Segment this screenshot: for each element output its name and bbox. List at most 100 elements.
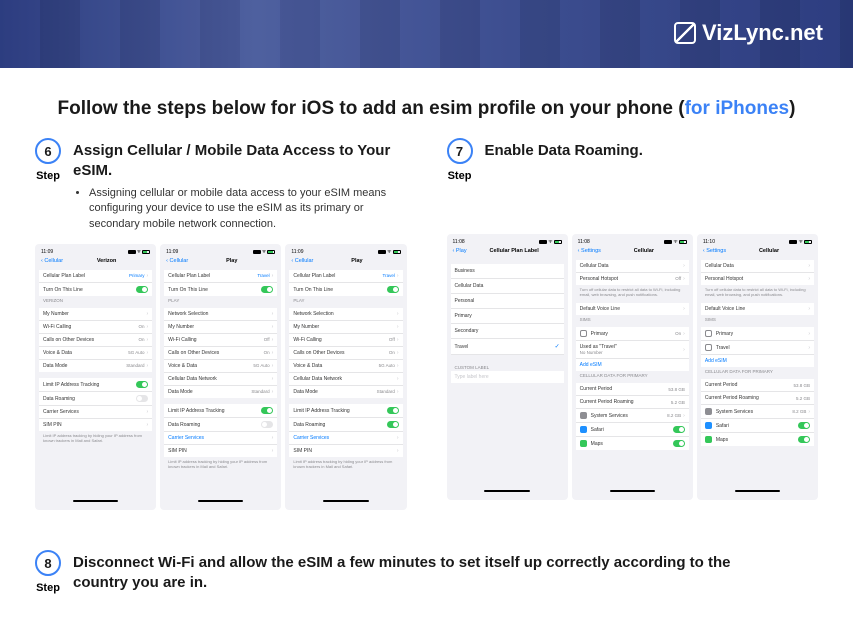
row-maps[interactable]: Maps <box>701 433 814 446</box>
toggle-icon[interactable] <box>798 422 810 429</box>
toggle-icon[interactable] <box>136 381 148 388</box>
toggle-icon[interactable] <box>673 426 685 433</box>
back-button[interactable]: ‹ Play <box>453 248 467 254</box>
row-cdn[interactable]: Cellular Data Network› <box>164 373 277 386</box>
row-sim-travel[interactable]: Travel› <box>701 341 814 355</box>
row-carrier[interactable]: Carrier Services› <box>39 406 152 419</box>
row-safari[interactable]: Safari <box>576 423 689 437</box>
row-voice-data[interactable]: Voice & Data5G Auto› <box>164 360 277 373</box>
section-label: CELLULAR DATA FOR PRIMARY <box>576 371 689 379</box>
row-my-number[interactable]: My Number› <box>39 308 152 321</box>
row-wifi-calling[interactable]: Wi-Fi CallingOn› <box>39 321 152 334</box>
option-personal[interactable]: Personal <box>451 294 564 309</box>
step-6-desc: Assigning cellular or mobile data access… <box>73 186 407 232</box>
time: 11:09 <box>41 249 53 255</box>
row-plan-label[interactable]: Cellular Plan LabelPrimary› <box>39 270 152 283</box>
row-plan-label[interactable]: Cellular Plan LabelTravel› <box>289 270 402 283</box>
row-data-mode[interactable]: Data ModeStandard› <box>289 386 402 398</box>
row-my-number[interactable]: My Number› <box>289 321 402 334</box>
row-my-number[interactable]: My Number› <box>164 321 277 334</box>
signal-icon <box>378 250 386 254</box>
row-period: Current Period53.8 GB <box>701 379 814 392</box>
row-sim-travel[interactable]: Used as "Travel"No Number› <box>576 341 689 359</box>
row-default-voice[interactable]: Default Voice Line› <box>701 303 814 315</box>
row-data-roaming[interactable]: Data Roaming <box>39 392 152 406</box>
for-iphones-link[interactable]: for iPhones <box>685 98 790 119</box>
toggle-icon[interactable] <box>673 440 685 447</box>
row-turn-on[interactable]: Turn On This Line <box>39 283 152 296</box>
back-button[interactable]: ‹ Settings <box>703 248 726 254</box>
back-button[interactable]: ‹ Cellular <box>166 258 188 264</box>
toggle-icon[interactable] <box>387 407 399 414</box>
row-network[interactable]: Network Selection› <box>289 308 402 321</box>
section-label: CUSTOM LABEL <box>451 363 564 371</box>
row-cdn[interactable]: Cellular Data Network› <box>289 373 402 386</box>
row-hotspot[interactable]: Personal Hotspot› <box>701 273 814 285</box>
option-cellular[interactable]: Cellular Data <box>451 279 564 294</box>
row-sim-primary[interactable]: PrimaryOn› <box>576 327 689 341</box>
step-7-screens: 11:08ᯤ ‹ PlayCellular Plan Label Busines… <box>447 234 819 500</box>
time: 11:10 <box>703 239 715 245</box>
custom-label-input[interactable]: Type label here <box>451 371 564 383</box>
row-turn-on[interactable]: Turn On This Line <box>164 283 277 296</box>
row-turn-on[interactable]: Turn On This Line <box>289 283 402 296</box>
row-plan-label[interactable]: Cellular Plan LabelTravel› <box>164 270 277 283</box>
row-calls-other[interactable]: Calls on Other DevicesOn› <box>164 347 277 360</box>
row-data-mode[interactable]: Data ModeStandard› <box>164 386 277 398</box>
row-limit-ip[interactable]: Limit IP Address Tracking <box>164 404 277 418</box>
toggle-icon[interactable] <box>261 421 273 428</box>
row-limit-ip[interactable]: Limit IP Address Tracking <box>289 404 402 418</box>
option-primary[interactable]: Primary <box>451 309 564 324</box>
back-button[interactable]: ‹ Settings <box>578 248 601 254</box>
row-sim-pin[interactable]: SIM PIN› <box>39 419 152 431</box>
row-maps[interactable]: Maps <box>576 437 689 450</box>
row-voice-data[interactable]: Voice & Data5G Auto› <box>289 360 402 373</box>
row-sim-primary[interactable]: Primary› <box>701 327 814 341</box>
option-secondary[interactable]: Secondary <box>451 324 564 339</box>
row-safari[interactable]: Safari <box>701 419 814 433</box>
toggle-icon[interactable] <box>136 395 148 402</box>
row-wifi-calling[interactable]: Wi-Fi CallingOff› <box>164 334 277 347</box>
signal-icon <box>789 240 797 244</box>
option-business[interactable]: Business <box>451 264 564 279</box>
toggle-icon[interactable] <box>387 286 399 293</box>
row-hotspot[interactable]: Personal HotspotOff› <box>576 273 689 285</box>
toggle-icon[interactable] <box>261 407 273 414</box>
row-cellular-data[interactable]: Cellular Data› <box>701 260 814 273</box>
row-calls-other[interactable]: Calls on Other DevicesOn› <box>289 347 402 360</box>
toggle-icon[interactable] <box>261 286 273 293</box>
toggle-icon[interactable] <box>387 421 399 428</box>
row-roaming-period: Current Period Roaming5.2 GB <box>701 392 814 405</box>
toggle-icon[interactable] <box>798 436 810 443</box>
row-limit-ip[interactable]: Limit IP Address Tracking <box>39 378 152 392</box>
row-default-voice[interactable]: Default Voice Line› <box>576 303 689 315</box>
toggle-icon[interactable] <box>136 286 148 293</box>
row-sim-pin[interactable]: SIM PIN› <box>289 445 402 457</box>
wifi-icon: ᯤ <box>673 239 678 245</box>
gear-icon <box>580 412 587 419</box>
row-carrier[interactable]: Carrier Services› <box>164 432 277 445</box>
back-button[interactable]: ‹ Cellular <box>41 258 63 264</box>
row-add-esim[interactable]: Add eSIM <box>701 355 814 367</box>
option-travel[interactable]: Travel✓ <box>451 339 564 355</box>
row-calls-other[interactable]: Calls on Other DevicesOn› <box>39 334 152 347</box>
home-indicator <box>484 490 529 492</box>
row-system[interactable]: System Services8.2 GB› <box>576 409 689 423</box>
row-sim-pin[interactable]: SIM PIN› <box>164 445 277 457</box>
row-wifi-calling[interactable]: Wi-Fi CallingOff› <box>289 334 402 347</box>
wifi-icon: ᯤ <box>798 239 803 245</box>
section-label: PLAY <box>164 296 277 304</box>
sim-icon <box>705 330 712 337</box>
row-cellular-data[interactable]: Cellular Data› <box>576 260 689 273</box>
row-voice-data[interactable]: Voice & Data5G Auto› <box>39 347 152 360</box>
row-data-mode[interactable]: Data ModeStandard› <box>39 360 152 372</box>
row-network[interactable]: Network Selection› <box>164 308 277 321</box>
sim-icon <box>705 344 712 351</box>
row-data-roaming[interactable]: Data Roaming <box>164 418 277 432</box>
row-data-roaming[interactable]: Data Roaming <box>289 418 402 432</box>
row-add-esim[interactable]: Add eSIM <box>576 359 689 371</box>
row-system[interactable]: System Services8.2 GB› <box>701 405 814 419</box>
row-carrier[interactable]: Carrier Services› <box>289 432 402 445</box>
back-button[interactable]: ‹ Cellular <box>291 258 313 264</box>
step-6-screens: 11:09ᯤ ‹ CellularVerizon Cellular Plan L… <box>35 244 407 510</box>
